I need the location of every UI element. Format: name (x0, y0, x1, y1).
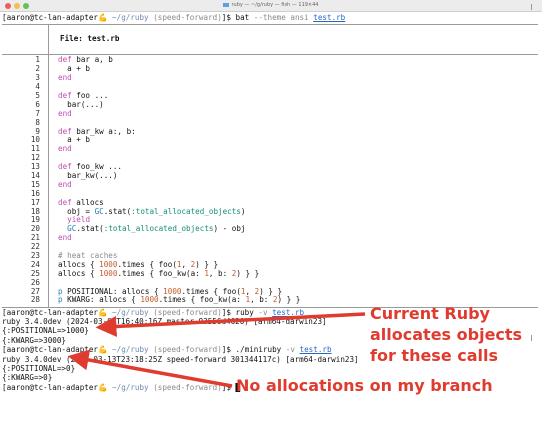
annotation-no-allocations: No allocations on my branch (236, 376, 493, 395)
arrow-to-zero-output (67, 349, 233, 388)
arrow-to-positional-output (95, 312, 366, 337)
annotation-current-ruby: Current Ruby allocates objects for these… (370, 304, 523, 365)
